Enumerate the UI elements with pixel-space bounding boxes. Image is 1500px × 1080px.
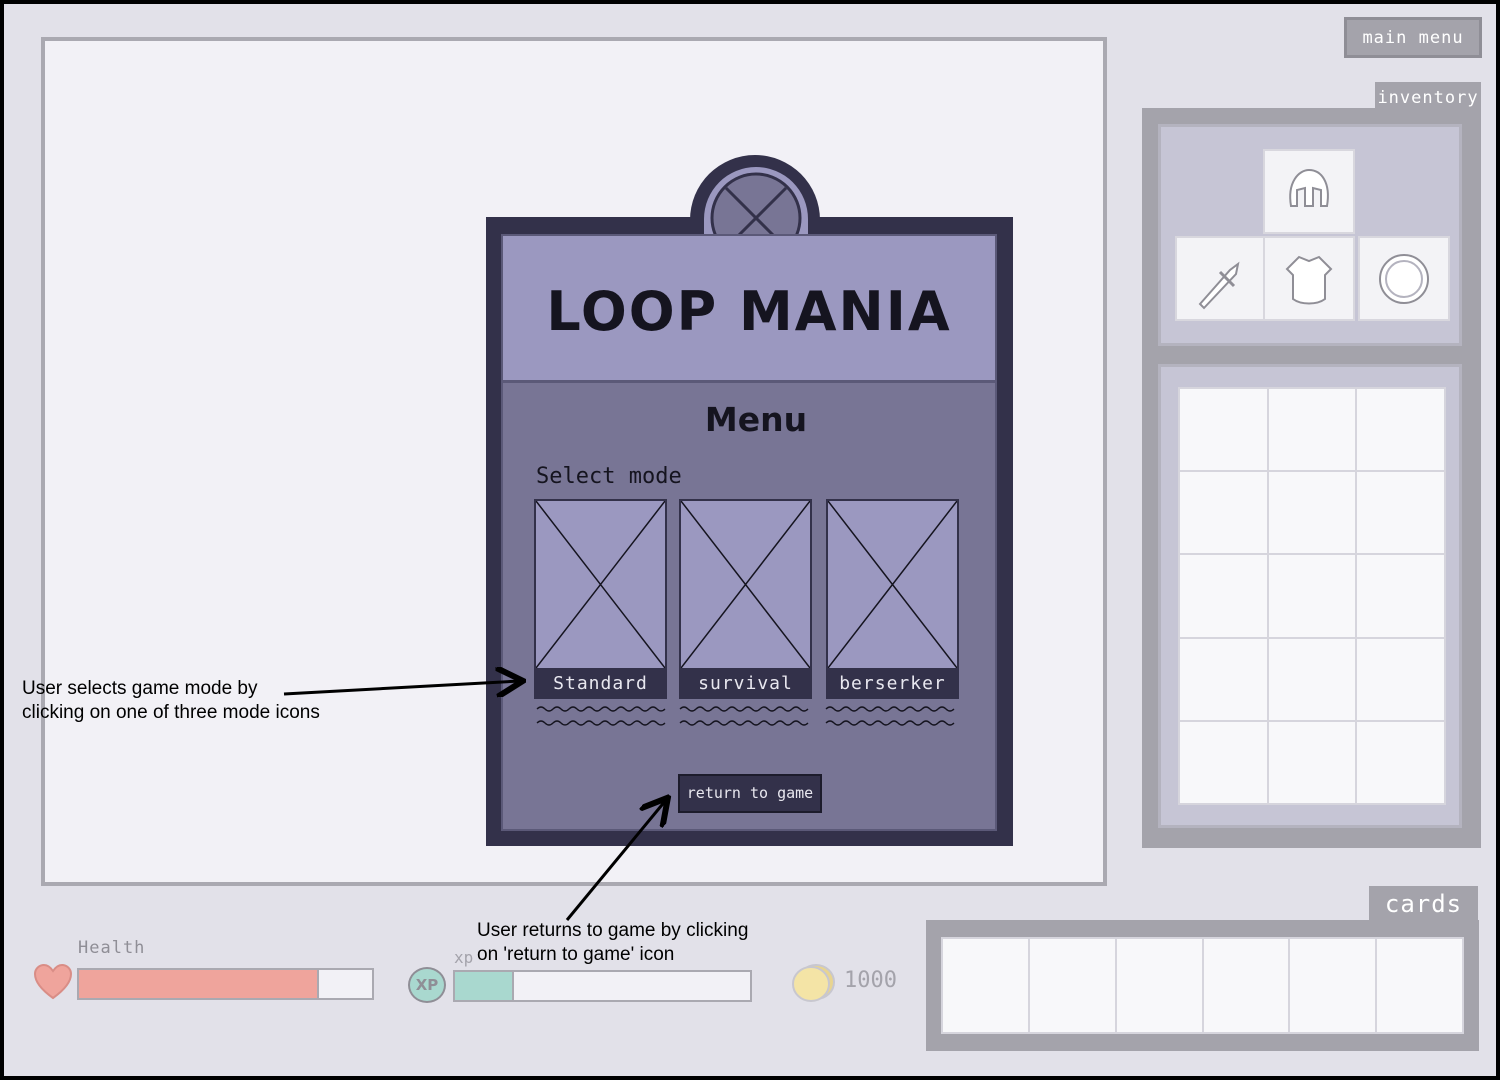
shield-icon [1379,253,1429,304]
inventory-slot[interactable] [1357,472,1444,554]
mode-berserker-button[interactable]: berserker [826,499,959,699]
return-to-game-button[interactable]: return to game [678,774,822,813]
inventory-slot[interactable] [1357,638,1444,720]
inventory-slot[interactable] [1180,472,1267,554]
cards-row [941,937,1464,1034]
mode-description-placeholders [536,706,955,726]
mode-standard-button[interactable]: Standard [534,499,667,699]
inventory-slot[interactable] [1268,389,1356,471]
card-slot[interactable] [1029,939,1115,1032]
inventory-grid [1178,387,1446,805]
xp-bar-fill [455,972,514,1000]
xp-bar [453,970,752,1002]
health-label: Health [78,938,146,958]
mode-image-placeholder [680,500,811,669]
card-slot[interactable] [1203,939,1289,1032]
mode-image-placeholder [535,500,666,669]
mode-image-placeholder [827,500,958,669]
inventory-slot[interactable] [1180,638,1267,720]
equipment-slot-weapon[interactable] [1175,236,1267,321]
cards-panel [926,920,1479,1051]
mode-survival-button[interactable]: survival [679,499,812,699]
inventory-slot[interactable] [1268,472,1356,554]
card-slot[interactable] [1116,939,1202,1032]
mode-annotation-line: User selects game mode by [22,678,258,699]
helmet-icon [1289,168,1329,207]
gold-coin-icon [792,964,835,1002]
mode-annotation: User selects game mode by clicking on on… [22,677,320,725]
select-mode-label: Select mode [536,464,682,489]
inventory-bag [1158,364,1462,828]
mode-annotation-line: clicking on one of three mode icons [22,702,320,723]
mode-label: Standard [553,673,648,694]
return-annotation: User returns to game by clicking on 'ret… [477,919,748,967]
card-slot[interactable] [1290,939,1376,1032]
inventory-slot[interactable] [1357,389,1444,471]
image-placeholder-icon [535,500,666,669]
return-annotation-line: User returns to game by clicking [477,920,749,941]
inventory-slot[interactable] [1268,638,1356,720]
equipment-slot-helmet[interactable] [1263,149,1355,234]
card-slot[interactable] [1377,939,1462,1032]
mode-label: survival [698,673,793,694]
inventory-tab[interactable]: inventory [1375,82,1481,114]
image-placeholder-icon [680,500,811,669]
armour-icon [1285,255,1333,304]
inventory-slot[interactable] [1357,555,1444,637]
cards-tab[interactable]: cards [1369,886,1478,922]
menu-heading: Menu [704,400,808,439]
card-slot[interactable] [943,939,1028,1032]
main-menu-button[interactable]: main menu [1344,17,1482,58]
inventory-slot[interactable] [1180,555,1267,637]
health-bar [77,968,374,1000]
image-placeholder-icon [827,500,958,669]
inventory-slot[interactable] [1180,389,1267,471]
heart-icon [33,964,73,1000]
return-annotation-line: on 'return to game' icon [477,944,675,965]
sword-icon [1198,261,1240,309]
game-title: LOOP MANIA [546,280,952,343]
gold-amount: 1000 [844,968,897,993]
inventory-slot[interactable] [1268,721,1356,803]
equipment-slot-armour[interactable] [1263,236,1355,321]
mode-label: berserker [839,673,946,694]
inventory-slot[interactable] [1268,555,1356,637]
xp-badge-icon: XP [408,967,446,1003]
xp-label: xp [454,948,474,967]
equipment-slot-shield[interactable] [1358,236,1450,321]
health-bar-fill [79,970,320,998]
inventory-slot[interactable] [1180,721,1267,803]
inventory-slot[interactable] [1357,721,1444,803]
